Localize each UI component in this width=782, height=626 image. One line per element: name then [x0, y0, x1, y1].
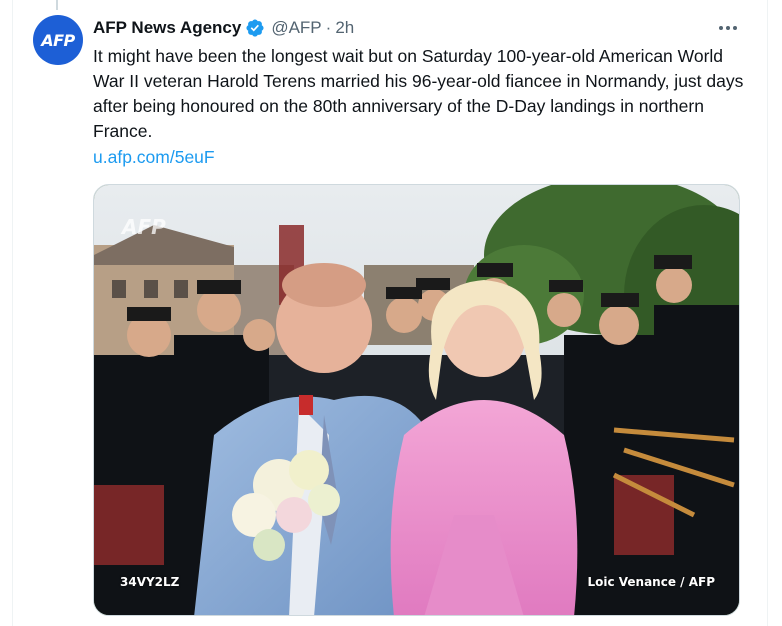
timeline-border-left [12, 0, 13, 626]
photo-credit: Loic Venance / AFP [587, 575, 715, 589]
timestamp[interactable]: 2h [335, 18, 354, 38]
separator-dot: · [325, 18, 332, 37]
photo-code: 34VY2LZ [120, 575, 180, 589]
timeline-border-right [767, 0, 768, 626]
photo-watermark: AFP [122, 215, 166, 239]
tweet-link[interactable]: u.afp.com/5euF [93, 145, 215, 170]
avatar-logo-text: AFP [41, 30, 75, 50]
avatar[interactable]: AFP [33, 15, 83, 65]
display-name[interactable]: AFP News Agency [93, 18, 241, 38]
tweet-photo[interactable]: AFP 34VY2LZ Loic Venance / AFP [93, 184, 740, 616]
photo-image [94, 185, 739, 615]
thread-line [56, 0, 58, 10]
user-handle[interactable]: @AFP [271, 18, 321, 38]
verified-badge-icon[interactable] [245, 18, 265, 38]
more-options-button[interactable] [713, 15, 743, 41]
more-horizontal-icon [719, 26, 737, 30]
tweet-header: AFP News Agency @AFP · 2h [93, 17, 354, 39]
tweet-text: It might have been the longest wait but … [93, 46, 744, 141]
